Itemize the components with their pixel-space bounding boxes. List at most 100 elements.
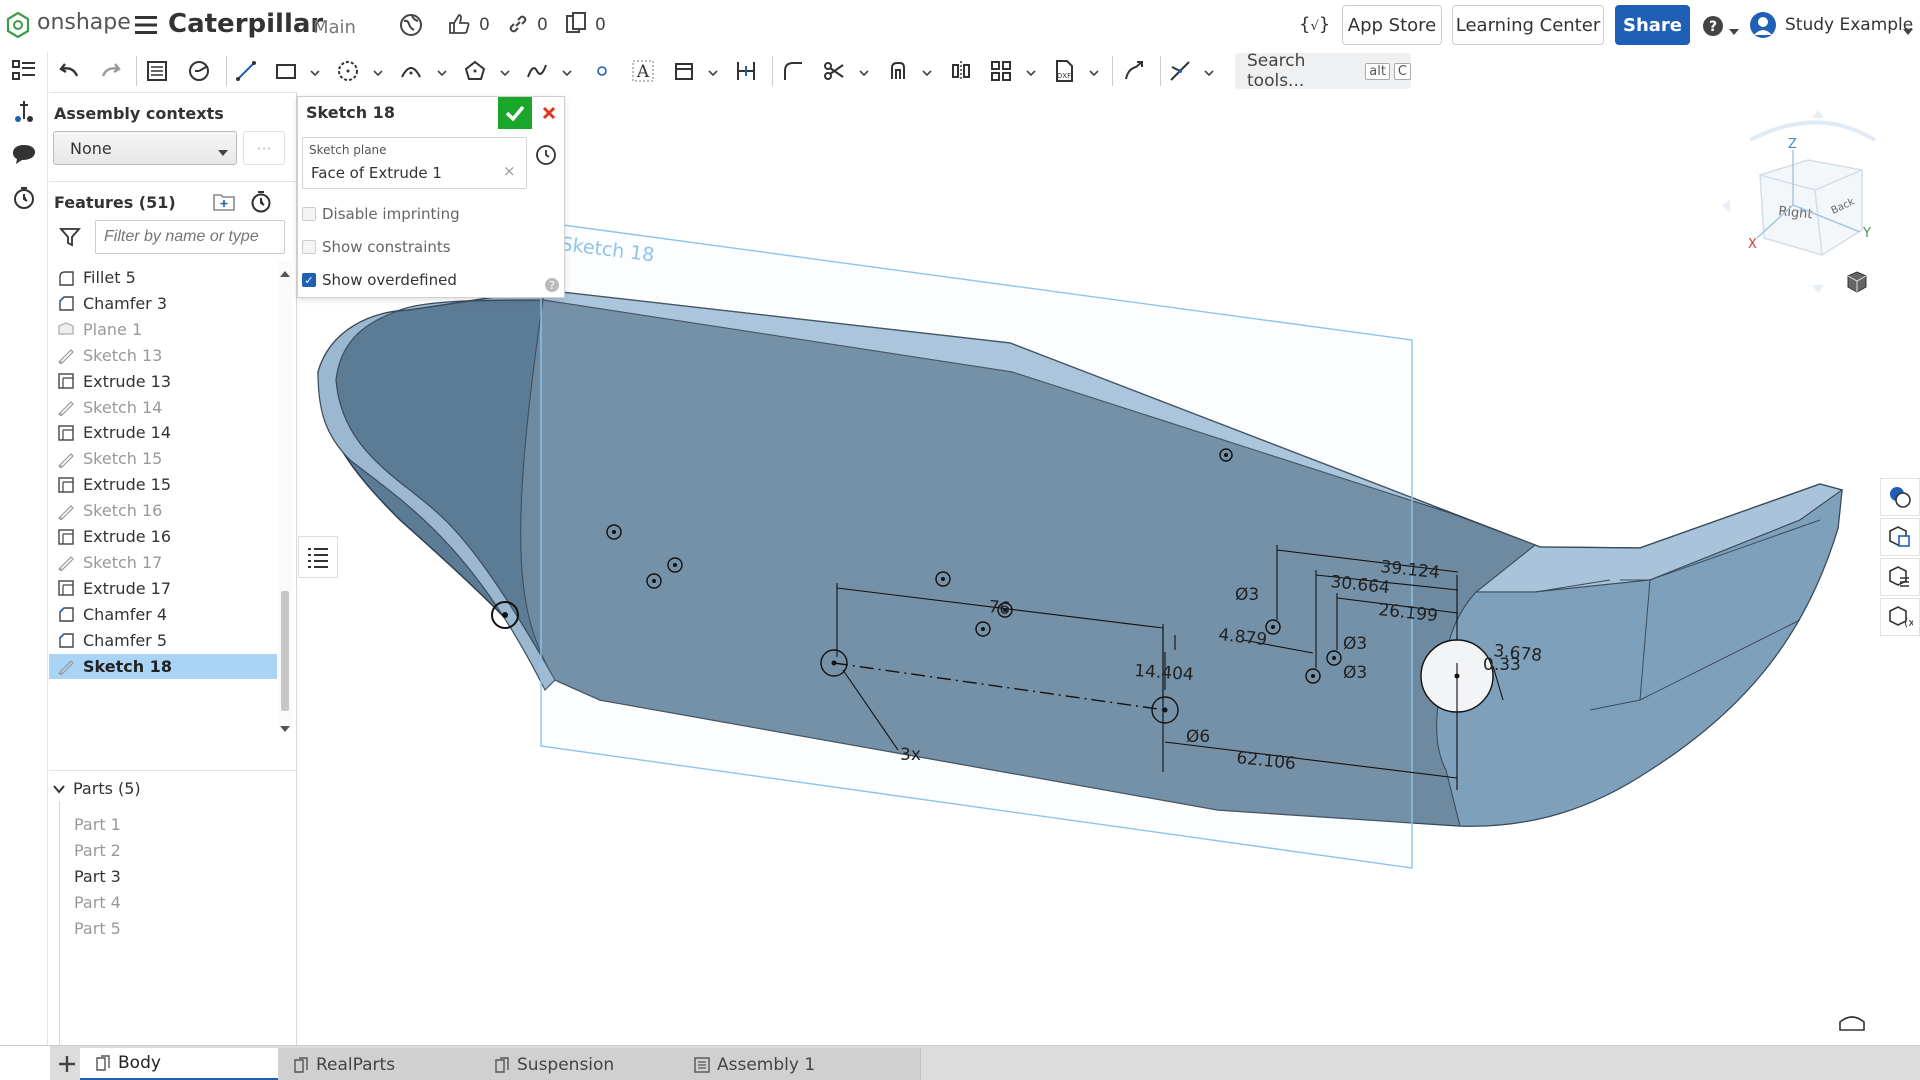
chevron-down-icon[interactable] — [1203, 64, 1215, 77]
feature-list-scrollbar[interactable] — [278, 261, 292, 732]
view-arrow-up-icon[interactable] — [1812, 110, 1824, 118]
dimension-label[interactable]: Ø3 — [1235, 585, 1259, 605]
filter-icon[interactable] — [59, 226, 81, 248]
show-overdefined-checkbox[interactable]: ✓ — [302, 273, 316, 287]
show-constraints-checkbox[interactable] — [302, 240, 316, 254]
chevron-down-icon[interactable] — [1729, 21, 1739, 35]
feature-filter-input[interactable] — [95, 220, 285, 254]
sketch-plane-field[interactable]: Sketch plane Face of Extrude 1 × — [302, 137, 527, 189]
chevron-down-icon[interactable] — [53, 779, 65, 798]
trim-tool-icon[interactable] — [820, 57, 848, 85]
dimension-label[interactable]: Ø6 — [1186, 727, 1210, 747]
parts-header[interactable]: Parts (5) — [53, 779, 141, 798]
add-folder-icon[interactable] — [212, 190, 236, 212]
text-tool-icon[interactable]: A — [629, 57, 657, 85]
feature-item[interactable]: Extrude 16 — [49, 524, 277, 549]
tab-assembly-1[interactable]: Assembly 1 — [679, 1048, 921, 1080]
feature-item[interactable]: Sketch 18 — [49, 653, 277, 679]
dimension-label[interactable]: 0.33 — [1483, 655, 1521, 675]
user-avatar-icon[interactable] — [1749, 11, 1777, 39]
feature-item[interactable]: Sketch 13 — [49, 343, 277, 368]
feature-item[interactable]: Sketch 17 — [49, 550, 277, 575]
configurations-panel-icon[interactable] — [1880, 558, 1920, 596]
view-options-icon[interactable] — [1847, 271, 1880, 293]
view-arrow-left-icon[interactable] — [1722, 200, 1730, 212]
chevron-down-icon[interactable] — [499, 64, 511, 77]
view-rotate-arc[interactable] — [1749, 120, 1877, 142]
spline-tool-icon[interactable] — [523, 57, 551, 85]
feature-panel-toggle-icon[interactable] — [298, 536, 338, 578]
feature-item[interactable]: Sketch 14 — [49, 395, 277, 420]
dimension-label[interactable]: 3x — [900, 745, 921, 765]
search-tools-input[interactable]: Search tools... alt C — [1235, 51, 1411, 91]
globe-icon[interactable] — [399, 13, 423, 37]
chevron-down-icon[interactable] — [858, 64, 870, 77]
hamburger-menu-icon[interactable] — [135, 15, 157, 35]
show-constraints-option[interactable]: Show constraints — [302, 238, 451, 256]
chevron-down-icon[interactable] — [372, 64, 384, 77]
learning-center-button[interactable]: Learning Center — [1452, 5, 1604, 45]
point-tool-icon[interactable] — [588, 57, 616, 85]
copy-icon[interactable] — [565, 12, 587, 36]
part-item[interactable]: Part 3 — [74, 867, 121, 886]
rollback-timer-icon[interactable] — [250, 190, 272, 214]
dimension-tool-icon[interactable] — [732, 57, 760, 85]
fillet-tool-icon[interactable] — [779, 57, 807, 85]
confirm-check-icon[interactable] — [498, 97, 532, 129]
cancel-close-icon[interactable] — [534, 97, 564, 129]
variable-studio-icon[interactable]: {√} — [1299, 14, 1330, 38]
polygon-tool-icon[interactable] — [461, 57, 489, 85]
link-icon[interactable] — [507, 13, 529, 35]
appearance-panel-icon[interactable] — [1880, 478, 1920, 516]
chevron-down-icon[interactable] — [436, 64, 448, 77]
part-item[interactable]: Part 4 — [74, 893, 121, 912]
sketch-options-icon[interactable] — [185, 57, 213, 85]
construction-tool-icon[interactable] — [670, 57, 698, 85]
part-item[interactable]: Part 1 — [74, 815, 121, 834]
onshape-logo-text[interactable]: onshape — [37, 10, 131, 35]
feature-item[interactable]: Extrude 15 — [49, 472, 277, 497]
dimension-label[interactable]: 14.404 — [1134, 661, 1195, 685]
workspace-name[interactable]: Main — [313, 17, 356, 38]
comments-icon[interactable] — [10, 140, 38, 168]
app-store-button[interactable]: App Store — [1342, 5, 1442, 45]
onshape-logo-icon[interactable] — [6, 11, 30, 39]
chevron-down-icon[interactable] — [1025, 64, 1037, 77]
feature-item[interactable]: Sketch 15 — [49, 446, 277, 471]
dimension-label[interactable]: 76 — [987, 597, 1011, 619]
line-tool-icon[interactable] — [232, 57, 260, 85]
add-instance-icon[interactable] — [10, 98, 38, 126]
feature-item[interactable]: Extrude 14 — [49, 420, 277, 445]
sketch-tool-icon[interactable] — [143, 57, 171, 85]
rectangle-tool-icon[interactable] — [272, 57, 300, 85]
disable-imprinting-checkbox[interactable] — [302, 207, 316, 221]
dxf-import-icon[interactable]: DXF — [1050, 57, 1078, 85]
help-icon[interactable]: ? — [1702, 15, 1724, 37]
feature-item[interactable]: Extrude 13 — [49, 369, 277, 394]
pattern-tool-icon[interactable] — [987, 57, 1015, 85]
assembly-context-more-button[interactable]: ··· — [243, 131, 285, 165]
dimension-label[interactable]: Ø3 — [1343, 663, 1367, 683]
like-icon[interactable] — [447, 12, 471, 36]
scroll-down-icon[interactable] — [280, 718, 290, 737]
redo-icon[interactable] — [96, 57, 124, 85]
feature-item[interactable]: Extrude 17 — [49, 576, 277, 601]
constraint-tool-icon[interactable] — [1166, 57, 1194, 85]
view-cube[interactable]: Right Back Z X Y — [1722, 110, 1880, 293]
view-arrow-down-icon[interactable] — [1812, 285, 1824, 293]
chevron-down-icon[interactable] — [921, 64, 933, 77]
clear-selection-icon[interactable]: × — [503, 162, 516, 180]
arc-tool-icon[interactable] — [397, 57, 425, 85]
share-button[interactable]: Share — [1615, 5, 1690, 45]
disable-imprinting-option[interactable]: Disable imprinting — [302, 205, 460, 223]
part-item[interactable]: Part 2 — [74, 841, 121, 860]
feature-item[interactable]: Chamfer 3 — [49, 291, 277, 316]
feature-item[interactable]: Chamfer 4 — [49, 602, 277, 627]
history-clock-icon[interactable] — [534, 143, 558, 167]
mirror-tool-icon[interactable] — [947, 57, 975, 85]
chevron-down-icon[interactable] — [1088, 64, 1100, 77]
bom-panel-icon[interactable] — [1880, 518, 1920, 556]
dimension-label[interactable]: Ø3 — [1343, 634, 1367, 654]
feature-list-icon[interactable] — [10, 56, 38, 84]
transform-tool-icon[interactable] — [1120, 57, 1148, 85]
